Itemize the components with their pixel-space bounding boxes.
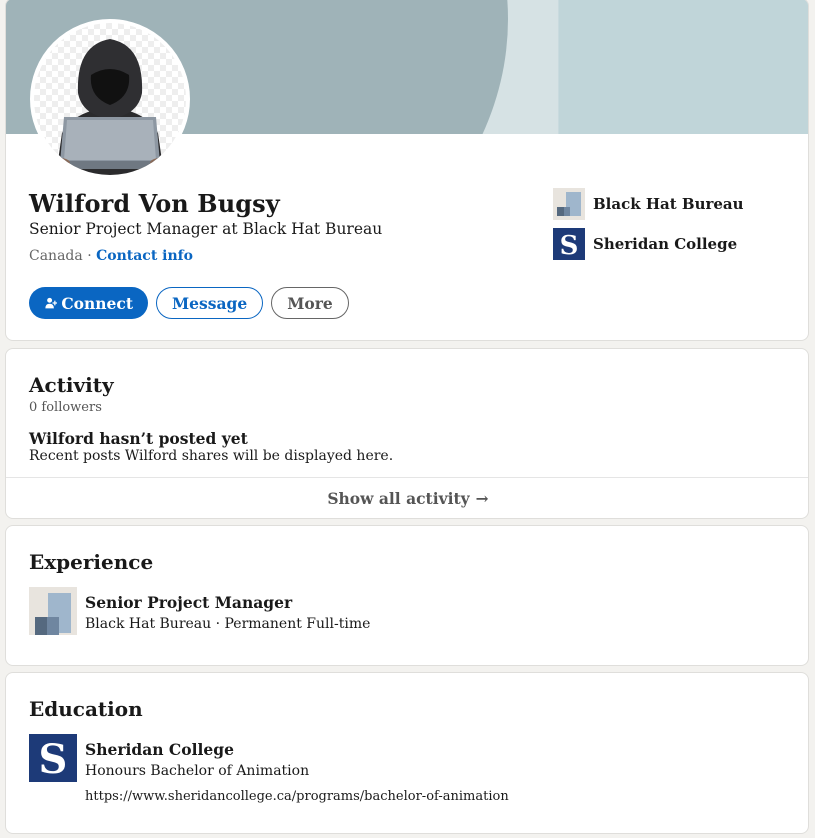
education-link[interactable]: https://www.sheridancollege.ca/programs/… (85, 789, 509, 804)
sidebar-item-school[interactable]: S Sheridan College (553, 228, 744, 260)
connect-button[interactable]: Connect (29, 287, 148, 319)
sheridan-college-logo-icon: S (553, 228, 585, 260)
sidebar-item-company[interactable]: Black Hat Bureau (553, 188, 744, 220)
profile-actions: Connect Message More (29, 287, 349, 319)
activity-empty-title: Wilford hasn’t posted yet (29, 429, 248, 448)
education-school: Sheridan College (85, 740, 234, 759)
education-section: Education S Sheridan College Honours Bac… (5, 672, 809, 834)
experience-title: Experience (29, 550, 154, 574)
followers-count: 0 followers (29, 400, 102, 415)
education-title: Education (29, 697, 143, 721)
experience-role: Senior Project Manager (85, 593, 293, 612)
arrow-right-icon: → (475, 489, 489, 508)
sidebar-school-label: Sheridan College (593, 235, 738, 253)
sidebar-company-label: Black Hat Bureau (593, 195, 744, 213)
profile-name: Wilford Von Bugsy (29, 189, 280, 218)
activity-empty-body: Recent posts Wilford shares will be disp… (29, 448, 394, 464)
profile-top-card: Wilford Von Bugsy Senior Project Manager… (5, 0, 809, 341)
more-button[interactable]: More (271, 287, 349, 319)
show-all-activity-label: Show all activity (327, 489, 470, 508)
message-button[interactable]: Message (156, 287, 264, 319)
show-all-activity-button[interactable]: Show all activity → (6, 477, 808, 518)
svg-text:S: S (560, 231, 579, 260)
add-person-icon (45, 297, 58, 309)
svg-text:S: S (39, 736, 68, 782)
black-hat-bureau-logo-icon (29, 587, 77, 635)
experience-entry[interactable]: Senior Project Manager Black Hat Bureau … (29, 587, 370, 635)
experience-section: Experience Senior Project Manager Black … (5, 525, 809, 666)
education-degree: Honours Bachelor of Animation (85, 763, 310, 779)
profile-location: Canada (29, 248, 83, 264)
contact-info-link[interactable]: Contact info (96, 248, 193, 264)
black-hat-bureau-logo-icon (553, 188, 585, 220)
profile-headline: Senior Project Manager at Black Hat Bure… (29, 220, 383, 238)
experience-company-line: Black Hat Bureau · Permanent Full-time (85, 616, 371, 632)
top-card-sidebar: Black Hat Bureau S Sheridan College (553, 188, 744, 268)
profile-location-row: Canada · Contact info (29, 248, 193, 264)
profile-avatar[interactable] (30, 19, 190, 179)
meta-separator: · (87, 248, 92, 264)
activity-section: Activity 0 followers Wilford hasn’t post… (5, 348, 809, 519)
connect-label: Connect (61, 293, 133, 313)
activity-title: Activity (29, 373, 114, 397)
sheridan-college-logo-icon: S (29, 734, 77, 782)
education-entry[interactable]: S Sheridan College Honours Bachelor of A… (29, 734, 309, 782)
